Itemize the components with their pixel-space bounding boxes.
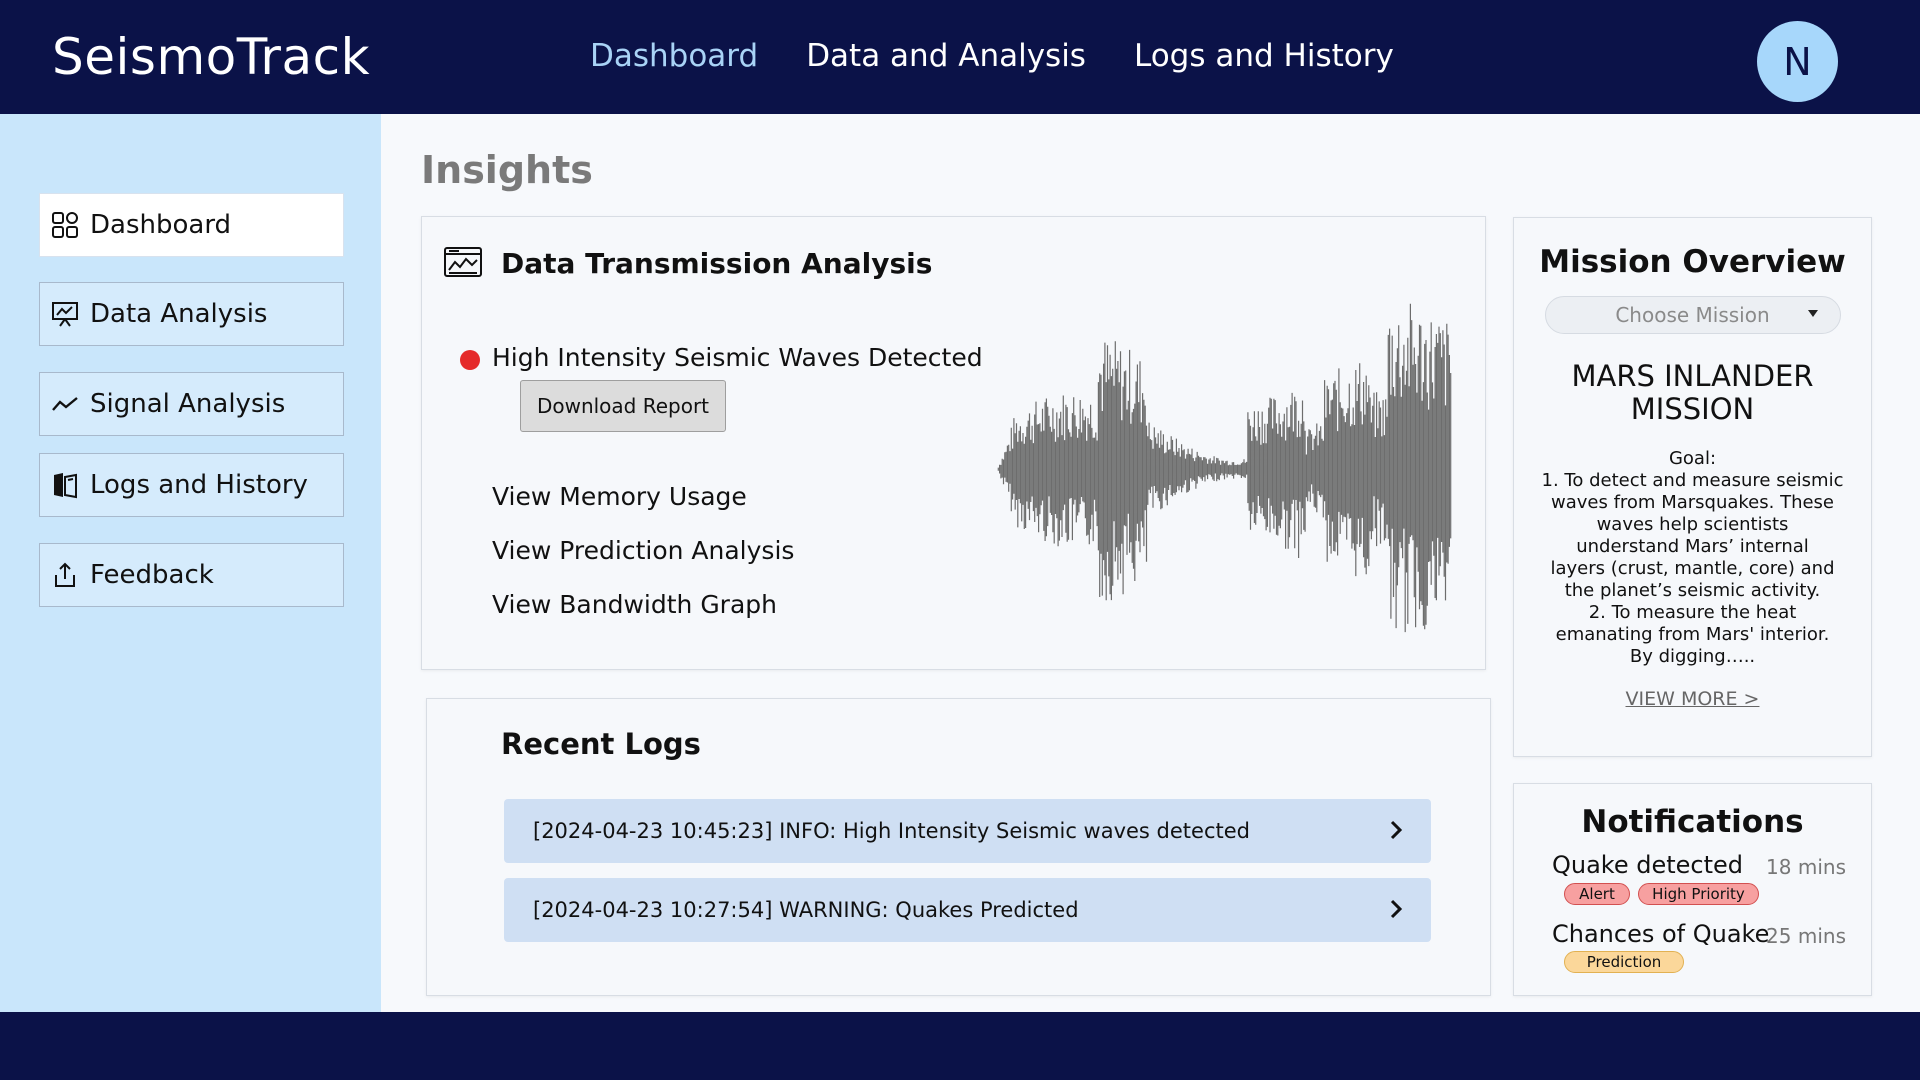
notification-time: 18 mins <box>1766 855 1846 879</box>
sidebar-item-label: Logs and History <box>90 470 308 500</box>
book-icon <box>50 470 80 500</box>
view-bandwidth-graph-link[interactable]: View Bandwidth Graph <box>492 590 777 619</box>
view-prediction-analysis-link[interactable]: View Prediction Analysis <box>492 536 794 565</box>
dashboard-grid-icon <box>50 210 80 240</box>
sidebar-item-label: Signal Analysis <box>90 389 286 419</box>
top-nav: Dashboard Data and Analysis Logs and His… <box>590 38 1394 74</box>
mission-name: MARS INLANDER MISSION <box>1514 360 1871 426</box>
mission-name-line: MISSION <box>1630 392 1755 426</box>
topnav-dashboard[interactable]: Dashboard <box>590 38 758 74</box>
goal-line: layers (crust, mantle, core) and <box>1550 558 1835 579</box>
trend-line-icon <box>50 389 80 419</box>
sidebar-item-logs-and-history[interactable]: Logs and History <box>39 453 344 517</box>
page-title: Insights <box>421 148 593 192</box>
user-avatar[interactable]: N <box>1757 21 1838 102</box>
goal-line: By digging….. <box>1629 646 1756 667</box>
brand-logo[interactable]: SeismoTrack <box>52 28 370 86</box>
notification-title[interactable]: Chances of Quake <box>1552 920 1769 948</box>
log-entry[interactable]: [2024-04-23 10:45:23] INFO: High Intensi… <box>504 799 1431 863</box>
card-title: Recent Logs <box>501 727 701 761</box>
sidebar-item-label: Data Analysis <box>90 299 268 329</box>
footer-bar <box>0 1012 1920 1080</box>
goal-heading: Goal: <box>1668 448 1717 469</box>
seismic-waveform-graphic <box>997 303 1452 633</box>
sidebar-item-dashboard[interactable]: Dashboard <box>39 193 344 257</box>
chevron-right-icon <box>1389 819 1403 845</box>
card-title: Data Transmission Analysis <box>501 247 933 280</box>
signal-monitor-icon <box>444 247 482 283</box>
mission-name-line: MARS INLANDER <box>1571 359 1814 393</box>
goal-line: understand Mars’ internal <box>1576 536 1809 557</box>
goal-line: emanating from Mars' interior. <box>1555 624 1830 645</box>
alert-badge: Alert <box>1564 883 1630 905</box>
caret-down-icon <box>1807 310 1818 317</box>
notifications-card: Notifications Quake detected 18 mins Ale… <box>1513 783 1872 996</box>
waveform-path <box>997 303 1452 633</box>
top-navbar: SeismoTrack Dashboard Data and Analysis … <box>0 0 1920 114</box>
chevron-right-icon <box>1389 898 1403 924</box>
goal-line: waves from Marsquakes. These <box>1551 492 1834 513</box>
share-upload-icon <box>50 560 80 590</box>
sidebar-item-feedback[interactable]: Feedback <box>39 543 344 607</box>
prediction-badge: Prediction <box>1564 951 1684 973</box>
topnav-data-and-analysis[interactable]: Data and Analysis <box>806 38 1086 74</box>
sidebar-item-label: Feedback <box>90 560 214 590</box>
log-entry[interactable]: [2024-04-23 10:27:54] WARNING: Quakes Pr… <box>504 878 1431 942</box>
dropdown-placeholder: Choose Mission <box>1615 303 1770 327</box>
mission-overview-card: Mission Overview Choose Mission MARS INL… <box>1513 217 1872 757</box>
notification-title[interactable]: Quake detected <box>1552 851 1743 879</box>
topnav-logs-and-history[interactable]: Logs and History <box>1134 38 1394 74</box>
sidebar-item-signal-analysis[interactable]: Signal Analysis <box>39 372 344 436</box>
view-more-link[interactable]: VIEW MORE > <box>1626 688 1760 710</box>
notification-time: 25 mins <box>1766 924 1846 948</box>
goal-line: waves help scientists <box>1596 514 1789 535</box>
download-report-button[interactable]: Download Report <box>520 380 726 432</box>
card-title: Notifications <box>1581 804 1804 840</box>
sidebar: Dashboard Data Analysis Signal Analysis … <box>0 114 381 1012</box>
goal-line: 2. To measure the heat <box>1588 602 1797 623</box>
alert-status-dot <box>460 350 480 370</box>
mission-goal: Goal: 1. To detect and measure seismic w… <box>1526 448 1859 668</box>
log-entry-text: [2024-04-23 10:45:23] INFO: High Intensi… <box>533 819 1250 843</box>
card-title: Mission Overview <box>1539 244 1846 280</box>
high-priority-badge: High Priority <box>1638 883 1759 905</box>
goal-line: 1. To detect and measure seismic <box>1541 470 1844 491</box>
sidebar-item-data-analysis[interactable]: Data Analysis <box>39 282 344 346</box>
recent-logs-card: Recent Logs [2024-04-23 10:45:23] INFO: … <box>426 698 1491 996</box>
alert-message: High Intensity Seismic Waves Detected <box>492 343 983 372</box>
view-memory-usage-link[interactable]: View Memory Usage <box>492 482 747 511</box>
log-entry-text: [2024-04-23 10:27:54] WARNING: Quakes Pr… <box>533 898 1079 922</box>
choose-mission-dropdown[interactable]: Choose Mission <box>1544 296 1841 334</box>
data-transmission-card: Data Transmission Analysis High Intensit… <box>421 216 1486 670</box>
presentation-chart-icon <box>50 299 80 329</box>
goal-line: the planet’s seismic activity. <box>1564 580 1821 601</box>
sidebar-item-label: Dashboard <box>90 210 232 240</box>
